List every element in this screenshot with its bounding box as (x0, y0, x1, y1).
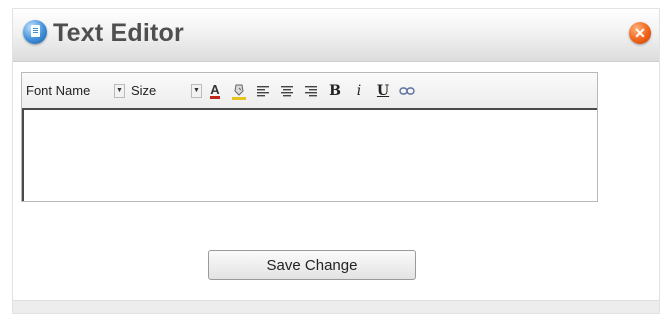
font-name-select[interactable]: Font Name ▼ (26, 81, 125, 101)
link-icon (399, 86, 415, 95)
bold-button[interactable]: B (324, 81, 346, 101)
font-name-label: Font Name (26, 83, 91, 98)
font-size-select[interactable]: Size ▼ (131, 81, 202, 101)
align-center-icon (281, 85, 293, 96)
highlight-color-button[interactable] (228, 81, 250, 101)
underline-icon: U (376, 82, 390, 99)
dialog-titlebar: Text Editor ✕ (13, 9, 659, 62)
document-icon (23, 20, 47, 44)
dialog-title: Text Editor (53, 19, 184, 47)
align-left-button[interactable] (252, 81, 274, 101)
text-color-button[interactable]: A (204, 81, 226, 101)
align-left-icon (257, 85, 269, 96)
dialog-footer (13, 300, 659, 313)
underline-button[interactable]: U (372, 81, 394, 101)
align-right-icon (305, 85, 317, 96)
align-center-button[interactable] (276, 81, 298, 101)
text-color-icon: A (210, 81, 220, 99)
rich-text-editor: Font Name ▼ Size ▼ A B i U (21, 72, 598, 202)
insert-link-button[interactable] (396, 81, 418, 101)
italic-button[interactable]: i (348, 81, 370, 101)
editor-toolbar: Font Name ▼ Size ▼ A B i U (22, 73, 597, 110)
save-change-button[interactable]: Save Change (208, 250, 416, 280)
close-icon[interactable]: ✕ (629, 22, 651, 44)
highlight-color-icon (232, 84, 246, 100)
bold-icon: B (329, 82, 341, 99)
chevron-down-icon: ▼ (191, 83, 202, 98)
italic-icon: i (356, 82, 362, 99)
editor-text-area[interactable] (22, 110, 597, 201)
font-size-label: Size (131, 83, 157, 98)
text-editor-dialog: Text Editor ✕ Font Name ▼ Size ▼ A B i U… (12, 8, 660, 314)
align-right-button[interactable] (300, 81, 322, 101)
chevron-down-icon: ▼ (114, 83, 125, 98)
